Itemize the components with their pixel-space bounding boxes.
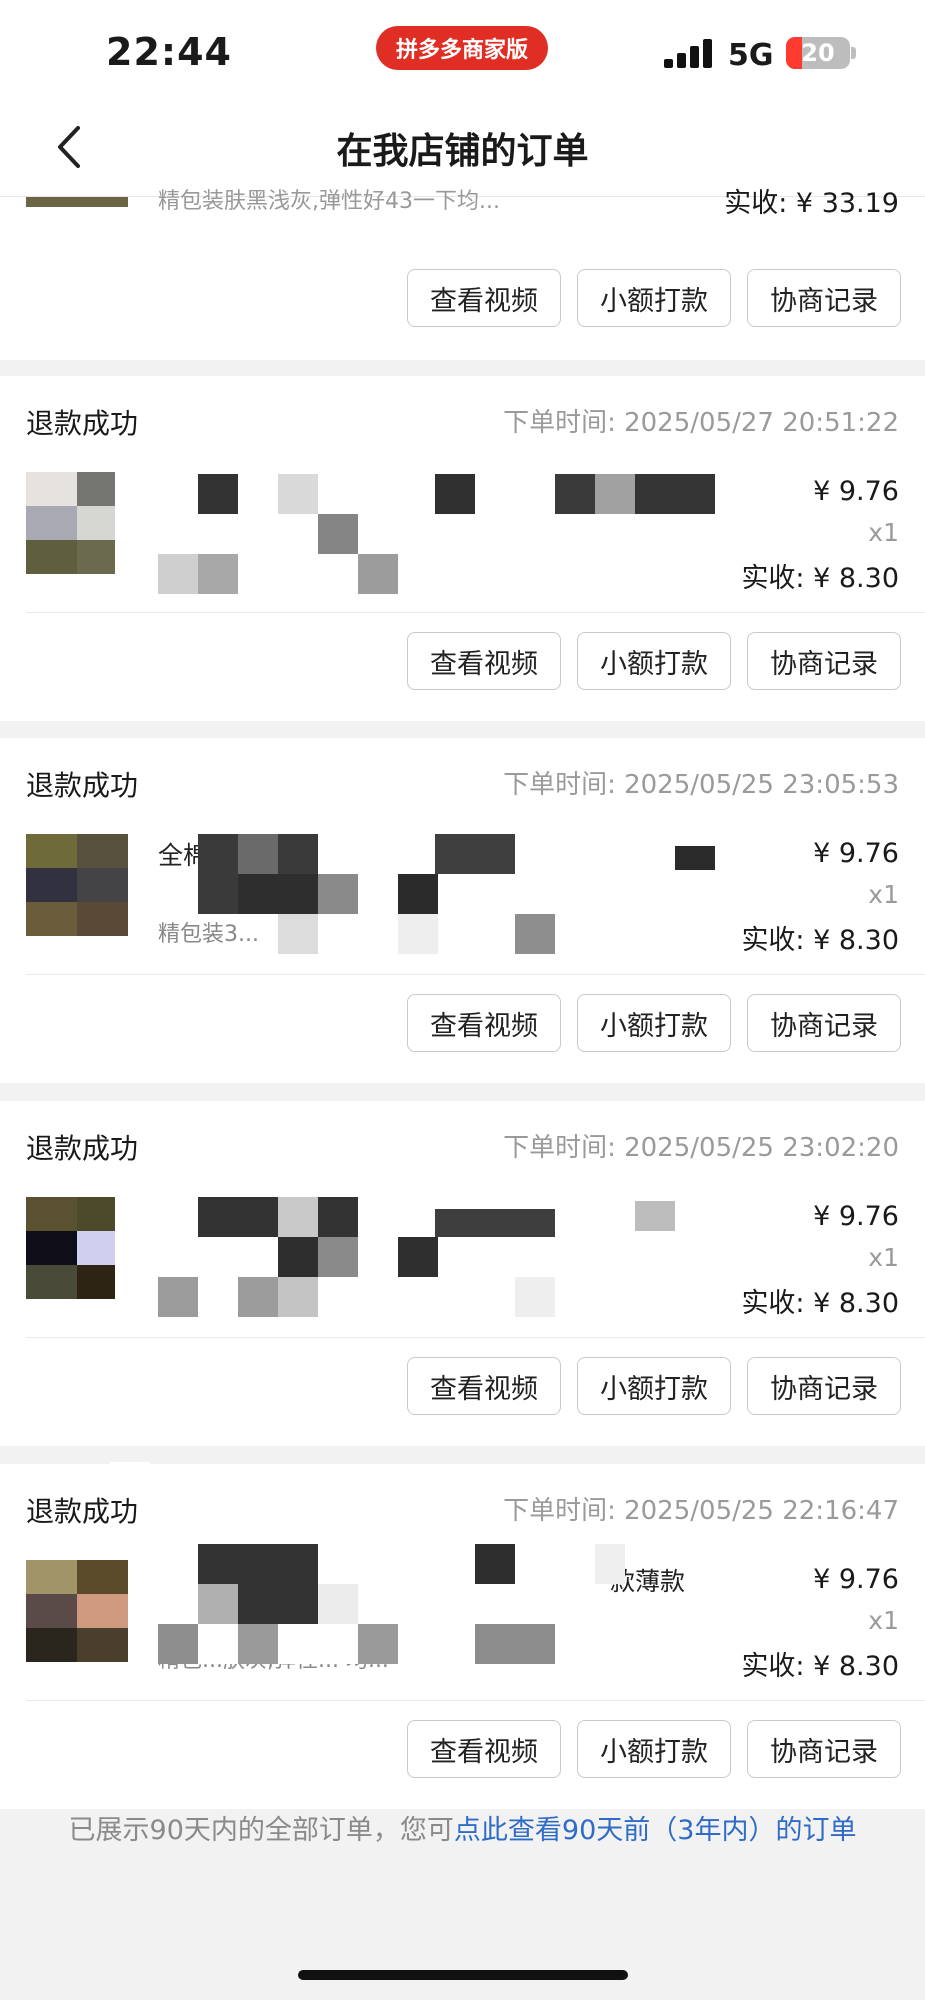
negotiation-record-button[interactable]: 协商记录 [747, 1720, 901, 1778]
negotiation-record-button[interactable]: 协商记录 [747, 632, 901, 690]
product-quantity: x1 [868, 1243, 899, 1272]
product-subtitle: 精包装肤黑浅灰,弹性好43一下均... [158, 189, 500, 214]
product-thumbnail[interactable] [26, 834, 128, 936]
order-time: 下单时间: 2025/05/25 22:16:47 [503, 1496, 899, 1526]
view-video-button[interactable]: 查看视频 [407, 632, 561, 690]
order-status: 退款成功 [26, 407, 139, 440]
negotiation-record-button[interactable]: 协商记录 [747, 994, 901, 1052]
product-quantity: x1 [868, 518, 899, 547]
product-quantity: x1 [868, 1606, 899, 1635]
action-buttons: 查看视频 小额打款 协商记录 [407, 1357, 901, 1415]
order-status: 退款成功 [26, 1132, 139, 1165]
product-title[interactable]: 全棉船袜男纯棉夏季... 款薄款 [158, 836, 698, 872]
action-buttons: 查看视频 小额打款 协商记录 [407, 269, 901, 327]
order-time: 下单时间: 2025/05/27 20:51:22 [503, 408, 899, 438]
order-status: 退款成功 [26, 1495, 139, 1528]
small-payment-button[interactable]: 小额打款 [577, 1357, 731, 1415]
view-video-button[interactable]: 查看视频 [407, 269, 561, 327]
product-thumbnail[interactable] [26, 1560, 128, 1662]
action-buttons: 查看视频 小额打款 协商记录 [407, 1720, 901, 1778]
signal-icon [664, 38, 714, 68]
negotiation-record-button[interactable]: 协商记录 [747, 269, 901, 327]
product-thumbnail [26, 197, 128, 207]
status-time: 22:44 [106, 30, 232, 74]
product-quantity: x1 [868, 880, 899, 909]
product-subtitle: 精包装3... [158, 922, 259, 947]
order-status: 退款成功 [26, 769, 139, 802]
income-amount: 实收: ¥ 8.30 [741, 1651, 899, 1682]
product-price: ¥ 9.76 [813, 476, 899, 507]
product-subtitle: 精包...肤灰,弹性... 均... [158, 1648, 389, 1673]
footer-note: 已展示90天内的全部订单，您可点此查看90天前（3年内）的订单 [0, 1808, 925, 1854]
battery-level: 20 [801, 39, 835, 67]
small-payment-button[interactable]: 小额打款 [577, 1720, 731, 1778]
small-payment-button[interactable]: 小额打款 [577, 269, 731, 327]
order-time: 下单时间: 2025/05/25 23:05:53 [503, 770, 899, 800]
product-price: ¥ 9.76 [813, 1564, 899, 1595]
product-thumbnail[interactable] [26, 1197, 128, 1299]
action-buttons: 查看视频 小额打款 协商记录 [407, 994, 901, 1052]
status-bar: 22:44 拼多多商家版 5G 20 [0, 0, 925, 100]
view-video-button[interactable]: 查看视频 [407, 994, 561, 1052]
order-card[interactable]: 退款成功 下单时间: 2025/05/25 22:16:47 款薄款 精包...… [0, 1462, 925, 1809]
product-title[interactable]: 女拖... 时尚防... 拖跟新款夏... [158, 474, 698, 510]
income-amount: 实收: ¥ 8.30 [741, 1288, 899, 1319]
product-price: ¥ 9.76 [813, 838, 899, 869]
product-title[interactable]: 时尚防滑不... 款薄款 [158, 1199, 698, 1235]
negotiation-record-button[interactable]: 协商记录 [747, 1357, 901, 1415]
footer-text: 已展示90天内的全部订单，您可 [68, 1815, 454, 1846]
order-card[interactable]: 退款成功 下单时间: 2025/05/25 23:02:20 时尚防滑不... … [0, 1101, 925, 1446]
order-time: 下单时间: 2025/05/25 23:02:20 [503, 1133, 899, 1163]
network-type: 5G [728, 38, 774, 73]
order-card[interactable]: 退款成功 下单时间: 2025/05/25 23:05:53 全棉船袜男纯棉夏季… [0, 738, 925, 1083]
product-thumbnail[interactable] [26, 472, 128, 574]
small-payment-button[interactable]: 小额打款 [577, 632, 731, 690]
page-title: 在我店铺的订单 [336, 131, 589, 172]
order-card-partial: 精包装肤黑浅灰,弹性好43一下均... 实收: ¥ 33.19 查看视频 小额打… [0, 188, 925, 360]
income-amount: 实收: ¥ 33.19 [724, 188, 899, 219]
view-video-button[interactable]: 查看视频 [407, 1720, 561, 1778]
income-amount: 实收: ¥ 8.30 [741, 563, 899, 594]
older-orders-link[interactable]: 点此查看90天前（3年内）的订单 [454, 1815, 857, 1846]
action-buttons: 查看视频 小额打款 协商记录 [407, 632, 901, 690]
battery-icon: 20 [786, 37, 850, 69]
small-payment-button[interactable]: 小额打款 [577, 994, 731, 1052]
home-indicator[interactable] [298, 1970, 628, 1980]
order-card[interactable]: 退款成功 下单时间: 2025/05/27 20:51:22 女拖... 时尚防… [0, 376, 925, 721]
view-video-button[interactable]: 查看视频 [407, 1357, 561, 1415]
income-amount: 实收: ¥ 8.30 [741, 925, 899, 956]
product-price: ¥ 9.76 [813, 1201, 899, 1232]
app-label-pill[interactable]: 拼多多商家版 [376, 26, 548, 70]
